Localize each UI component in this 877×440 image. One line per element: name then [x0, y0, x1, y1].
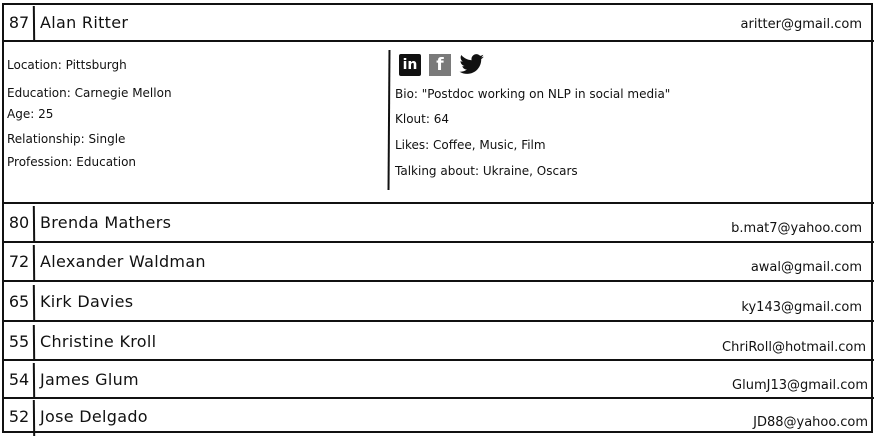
person-name[interactable]: Christine Kroll: [40, 323, 156, 359]
detail-education: Education: Carnegie Mellon: [7, 86, 172, 100]
person-row[interactable]: 54 James Glum GlumJ13@gmail.com: [3, 361, 874, 400]
person-email[interactable]: JD88@yahoo.com: [753, 404, 868, 440]
row-separator: [3, 320, 874, 322]
person-row[interactable]: 65 Kirk Davies ky143@gmail.com: [3, 283, 874, 322]
row-separator: [3, 280, 874, 282]
detail-profession: Profession: Education: [7, 155, 137, 169]
detail-relationship: Relationship: Single: [7, 132, 126, 146]
facebook-icon[interactable]: f: [429, 54, 451, 76]
person-row[interactable]: 55 Christine Kroll ChriRoll@hotmail.com: [3, 323, 874, 362]
person-email[interactable]: aritter@gmail.com: [741, 6, 862, 42]
column-divider: [32, 284, 36, 322]
social-links: in f: [399, 54, 485, 76]
column-divider: [32, 399, 36, 437]
person-row[interactable]: 72 Alexander Waldman awal@gmail.com: [3, 243, 874, 282]
person-name[interactable]: Alexander Waldman: [40, 243, 206, 279]
score: 72: [8, 251, 30, 271]
score: 55: [8, 331, 30, 351]
linkedin-icon[interactable]: in: [399, 54, 421, 76]
person-row[interactable]: 80 Brenda Mathers b.mat7@yahoo.com: [3, 204, 874, 243]
person-name[interactable]: Brenda Mathers: [40, 204, 171, 240]
person-detail-panel: Location: Pittsburgh Education: Carnegie…: [3, 42, 874, 202]
detail-location: Location: Pittsburgh: [7, 58, 127, 72]
score: 52: [8, 406, 30, 426]
person-row-expanded[interactable]: 87 Alan Ritter aritter@gmail.com: [3, 4, 874, 43]
person-name[interactable]: James Glum: [40, 361, 139, 397]
score: 87: [8, 12, 30, 32]
column-divider: [32, 244, 36, 282]
person-name[interactable]: Jose Delgado: [40, 398, 148, 434]
detail-age: Age: 25: [7, 107, 54, 121]
detail-bio: Bio: "Postdoc working on NLP in social m…: [395, 87, 671, 101]
detail-talking-about: Talking about: Ukraine, Oscars: [395, 164, 578, 178]
column-divider: [32, 362, 36, 400]
person-row[interactable]: 52 Jose Delgado JD88@yahoo.com: [3, 398, 874, 437]
twitter-icon[interactable]: [459, 54, 485, 76]
column-divider: [32, 5, 36, 43]
score: 80: [8, 212, 30, 232]
detail-likes: Likes: Coffee, Music, Film: [395, 138, 546, 152]
person-name[interactable]: Kirk Davies: [40, 283, 133, 319]
score: 65: [8, 291, 30, 311]
detail-klout: Klout: 64: [395, 112, 449, 126]
score: 54: [8, 369, 30, 389]
column-divider: [32, 324, 36, 362]
person-name[interactable]: Alan Ritter: [40, 4, 128, 40]
column-divider: [32, 205, 36, 243]
detail-divider: [387, 49, 391, 191]
